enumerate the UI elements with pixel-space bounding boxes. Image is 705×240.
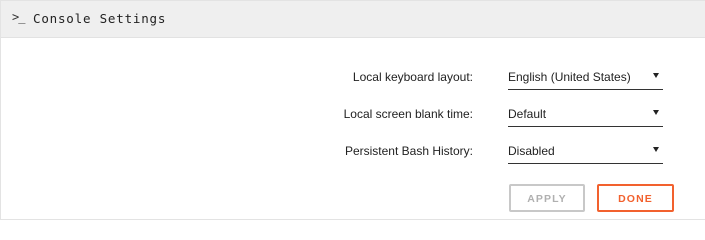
done-button[interactable]: DONE bbox=[597, 184, 674, 212]
setting-row-screen-blank-time: Local screen blank time: Default bbox=[1, 104, 705, 128]
screen-blank-time-select[interactable]: Default bbox=[508, 104, 663, 127]
setting-row-bash-history: Persistent Bash History: Disabled bbox=[1, 141, 705, 165]
bash-history-label: Persistent Bash History: bbox=[344, 144, 473, 158]
terminal-icon: >_ bbox=[12, 10, 25, 24]
bash-history-value: Disabled bbox=[508, 144, 555, 158]
chevron-down-icon bbox=[653, 73, 659, 78]
screen-blank-time-value: Default bbox=[508, 107, 547, 121]
chevron-down-icon bbox=[653, 110, 659, 115]
bash-history-select[interactable]: Disabled bbox=[508, 141, 663, 164]
setting-row-keyboard-layout: Local keyboard layout: English (United S… bbox=[1, 67, 705, 91]
screen-blank-time-label: Local screen blank time: bbox=[343, 107, 473, 121]
panel-title: Console Settings bbox=[33, 11, 167, 26]
keyboard-layout-select[interactable]: English (United States) bbox=[508, 67, 663, 90]
keyboard-layout-label: Local keyboard layout: bbox=[352, 70, 473, 84]
apply-button[interactable]: APPLY bbox=[509, 184, 585, 212]
keyboard-layout-value: English (United States) bbox=[508, 70, 631, 84]
panel-header: >_ Console Settings bbox=[1, 1, 705, 38]
console-settings-panel: >_ Console Settings Local keyboard layou… bbox=[0, 0, 705, 220]
chevron-down-icon bbox=[653, 147, 659, 152]
